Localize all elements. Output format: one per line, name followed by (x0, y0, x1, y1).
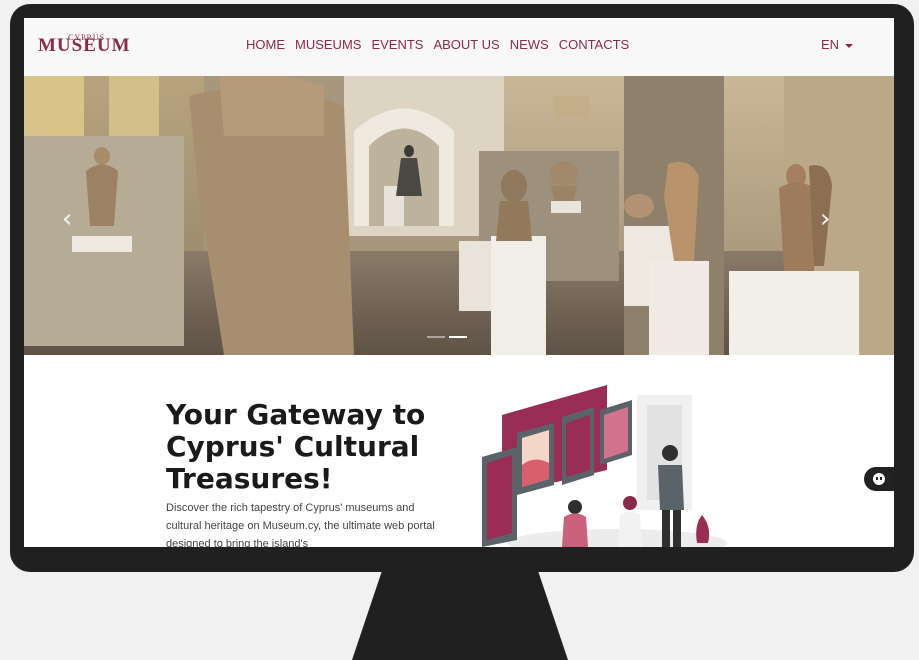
chat-bot-icon (873, 473, 885, 485)
carousel-prev-icon[interactable]: ‹ (62, 204, 72, 234)
browser-screen: CYPRUS MUSEUM HOME MUSEUMS EVENTS ABOUT … (24, 18, 894, 547)
nav-about-us[interactable]: ABOUT US (433, 37, 499, 52)
museum-visitors-illustration (482, 385, 727, 547)
nav-home[interactable]: HOME (246, 37, 285, 52)
nav-events[interactable]: EVENTS (371, 37, 423, 52)
nav-contacts[interactable]: CONTACTS (559, 37, 630, 52)
hero-carousel: ‹ › (24, 76, 894, 355)
language-dropdown[interactable]: EN (821, 37, 854, 52)
site-logo[interactable]: CYPRUS MUSEUM (38, 33, 138, 63)
language-label: EN (821, 37, 840, 52)
carousel-indicators (427, 336, 467, 338)
page-headline: Your Gateway to Cyprus' Cultural Treasur… (166, 398, 426, 495)
chevron-down-icon (845, 43, 854, 48)
monitor-stand (352, 570, 568, 660)
chat-bot-button[interactable] (864, 467, 894, 491)
museum-gallery-photo (24, 76, 894, 355)
carousel-next-icon[interactable]: › (820, 204, 830, 234)
carousel-indicator-2[interactable] (449, 336, 467, 338)
logo-museum: MUSEUM (38, 35, 131, 56)
navbar: CYPRUS MUSEUM HOME MUSEUMS EVENTS ABOUT … (24, 18, 894, 76)
nav-news[interactable]: NEWS (510, 37, 549, 52)
intro-section: Your Gateway to Cyprus' Cultural Treasur… (24, 355, 894, 547)
intro-paragraph: Discover the rich tapestry of Cyprus' mu… (166, 502, 435, 547)
main-nav: HOME MUSEUMS EVENTS ABOUT US NEWS CONTAC… (246, 37, 629, 52)
nav-museums[interactable]: MUSEUMS (295, 37, 361, 52)
carousel-indicator-1[interactable] (427, 336, 445, 338)
